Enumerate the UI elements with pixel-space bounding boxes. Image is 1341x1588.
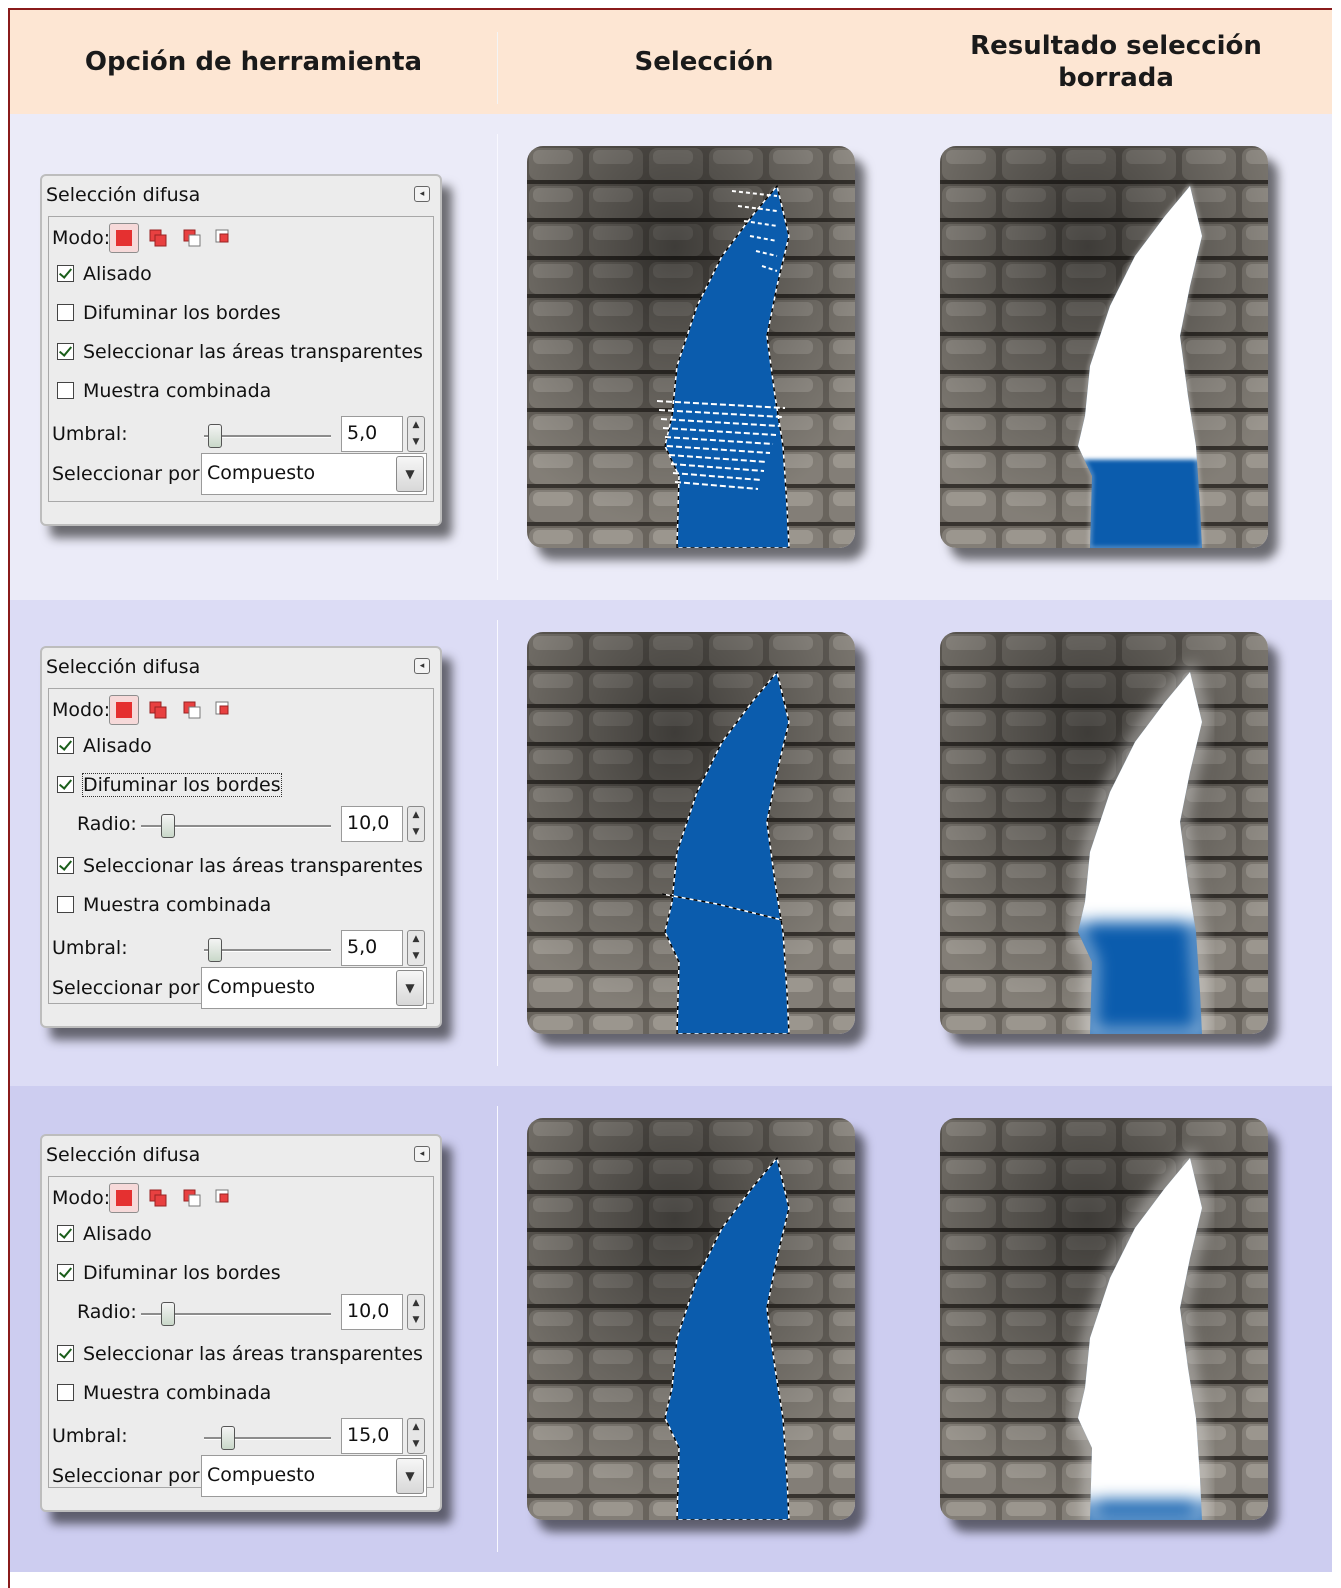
select-transparent-checkbox[interactable] [57,1345,74,1362]
feather-edges-label: Difuminar los bordes [83,302,281,324]
mode-replace-button[interactable] [109,223,139,253]
mode-replace-icon [116,230,132,246]
panel-menu-icon[interactable]: ◂ [414,658,430,674]
select-by-dropdown[interactable]: Compuesto ▼ [201,967,427,1009]
feather-edges-checkbox[interactable] [57,776,74,793]
threshold-label: Umbral: [52,423,128,445]
mode-subtract-icon[interactable] [183,1189,201,1207]
mode-intersect-icon[interactable] [215,229,233,247]
mode-subtract-icon[interactable] [183,701,201,719]
mode-subtract-icon[interactable] [183,229,201,247]
threshold-slider-track [204,435,331,438]
sample-merged-checkbox[interactable] [57,382,74,399]
sample-merged-checkbox[interactable] [57,896,74,913]
threshold-spin-button[interactable]: ▲ ▼ [407,1418,425,1454]
antialias-label: Alisado [83,735,152,757]
threshold-spin-button[interactable]: ▲ ▼ [407,416,425,452]
select-by-label: Seleccionar por: [52,977,206,999]
sample-merged-label: Muestra combinada [83,380,272,402]
dropdown-chevron-icon[interactable]: ▼ [396,1458,424,1494]
result-image [940,1118,1268,1520]
radius-slider-handle[interactable] [161,1302,175,1326]
result-image [940,632,1268,1034]
panel-body: Modo: Alisado Difuminar los bordes Seleccio… [48,216,434,502]
mode-label: Modo: [52,1187,111,1209]
radius-spin-button[interactable]: ▲ ▼ [407,1294,425,1330]
threshold-input[interactable]: 15,0 [341,1418,403,1454]
threshold-slider-handle[interactable] [208,938,223,962]
mode-replace-icon [116,1190,132,1206]
mode-add-icon[interactable] [149,1189,167,1207]
panel-title: Selección difusa [46,656,201,678]
panel-body: Modo: Alisado Difuminar los bordes Radio: 10… [48,1176,434,1497]
panel-menu-icon[interactable]: ◂ [414,186,430,202]
select-by-value: Compuesto [207,462,316,484]
threshold-slider-handle[interactable] [221,1426,236,1450]
selection-image [527,1118,855,1520]
select-by-value: Compuesto [207,1464,316,1486]
mode-intersect-icon[interactable] [215,701,233,719]
feather-edges-label: Difuminar los bordes [83,1262,281,1284]
select-transparent-checkbox[interactable] [57,857,74,874]
tool-options-panel: Selección difusa ◂ Modo: Alisado Difuminar l… [40,646,442,1028]
radius-label: Radio: [77,1301,137,1323]
sample-merged-label: Muestra combinada [83,1382,272,1404]
threshold-input[interactable]: 5,0 [341,416,403,452]
tool-options-panel: Selección difusa ◂ Modo: Alisado Difuminar l… [40,174,442,526]
sample-merged-checkbox[interactable] [57,1384,74,1401]
mode-add-icon[interactable] [149,229,167,247]
threshold-label: Umbral: [52,937,128,959]
antialias-checkbox[interactable] [57,265,74,282]
select-by-dropdown[interactable]: Compuesto ▼ [201,1455,427,1497]
select-transparent-label: Seleccionar las áreas transparentes [83,855,423,877]
result-image [940,146,1268,548]
panel-title: Selección difusa [46,1144,201,1166]
threshold-slider-handle[interactable] [208,424,223,448]
tool-options-panel: Selección difusa ◂ Modo: Alisado Difuminar l… [40,1134,442,1512]
dropdown-chevron-icon[interactable]: ▼ [396,970,424,1006]
threshold-spin-button[interactable]: ▲ ▼ [407,930,425,966]
radius-input[interactable]: 10,0 [341,1294,403,1330]
feather-edges-checkbox[interactable] [57,1264,74,1281]
antialias-label: Alisado [83,1223,152,1245]
antialias-checkbox[interactable] [57,737,74,754]
feather-edges-label: Difuminar los bordes [82,773,282,797]
radius-slider-handle[interactable] [161,814,175,838]
select-transparent-checkbox[interactable] [57,343,74,360]
selection-image [527,632,855,1034]
dropdown-chevron-icon[interactable]: ▼ [396,456,424,492]
antialias-checkbox[interactable] [57,1225,74,1242]
panel-menu-icon[interactable]: ◂ [414,1146,430,1162]
mode-replace-button[interactable] [109,1183,139,1213]
radius-input[interactable]: 10,0 [341,806,403,842]
panel-title: Selección difusa [46,184,201,206]
threshold-input[interactable]: 5,0 [341,930,403,966]
select-transparent-label: Seleccionar las áreas transparentes [83,1343,423,1365]
antialias-label: Alisado [83,263,152,285]
mode-label: Modo: [52,227,111,249]
mode-label: Modo: [52,699,111,721]
select-transparent-label: Seleccionar las áreas transparentes [83,341,423,363]
mode-replace-button[interactable] [109,695,139,725]
radius-spin-button[interactable]: ▲ ▼ [407,806,425,842]
feather-edges-checkbox[interactable] [57,304,74,321]
select-by-dropdown[interactable]: Compuesto ▼ [201,453,427,495]
sample-merged-label: Muestra combinada [83,894,272,916]
selection-image [527,146,855,548]
select-by-value: Compuesto [207,976,316,998]
radius-label: Radio: [77,813,137,835]
panel-body: Modo: Alisado Difuminar los bordes Radio: 10… [48,688,434,1009]
mode-replace-icon [116,702,132,718]
threshold-label: Umbral: [52,1425,128,1447]
mode-add-icon[interactable] [149,701,167,719]
mode-intersect-icon[interactable] [215,1189,233,1207]
select-by-label: Seleccionar por: [52,1465,206,1487]
threshold-slider-track [204,949,331,952]
select-by-label: Seleccionar por: [52,463,206,485]
